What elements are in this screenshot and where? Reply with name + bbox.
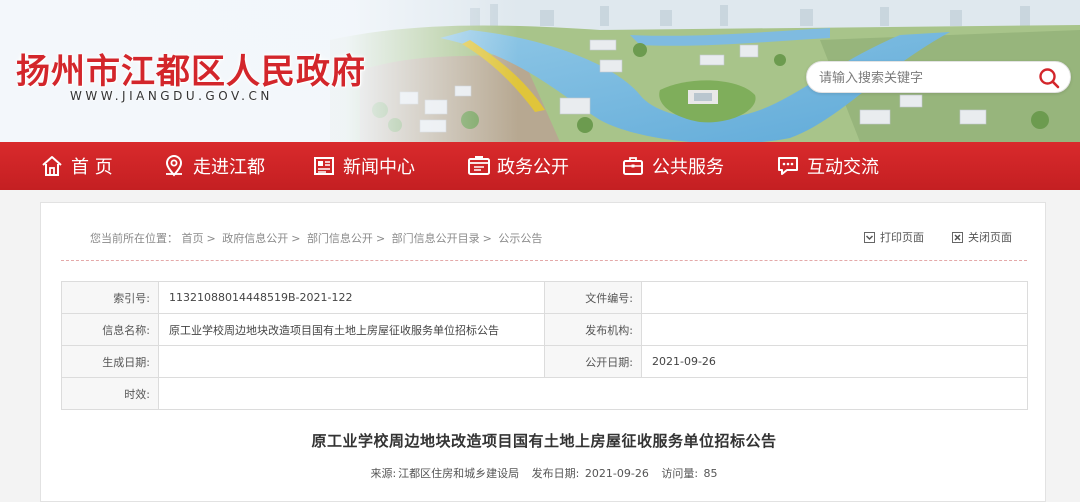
index-number-value: 11321088014448519B-2021-122 [158,281,545,314]
validity-value [158,377,1028,410]
breadcrumb-link-dept-catalog[interactable]: 部门信息公开目录 [392,232,480,245]
nav-item-about-jiangdu[interactable]: 走进江都 [162,142,265,190]
generated-date-label: 生成日期: [61,345,159,378]
info-name-value: 原工业学校周边地块改造项目国有土地上房屋征收服务单位招标公告 [158,313,545,346]
info-name-label: 信息名称: [61,313,159,346]
breadcrumb-separator: > [206,232,216,245]
table-row: 索引号: 11321088014448519B-2021-122 文件编号: [61,281,1028,314]
public-date-label: 公开日期: [544,345,642,378]
document-number-value [641,281,1028,314]
breadcrumb: 您当前所在位置： 首页 > 政府信息公开 > 部门信息公开 > 部门信息公开目录 > 公… [90,230,542,246]
breadcrumb-link-dept-info[interactable]: 部门信息公开 [307,232,373,245]
breadcrumb-separator: > [291,232,301,245]
table-row: 信息名称: 原工业学校周边地块改造项目国有土地上房屋征收服务单位招标公告 发布机… [61,313,1028,346]
breadcrumb-link-home[interactable]: 首页 [182,232,204,245]
print-page-button[interactable]: 打印页面 [864,229,924,245]
site-domain: WWW.JIANGDU.GOV.CN [70,89,273,103]
nav-item-news-center[interactable]: 新闻中心 [312,142,415,190]
nav-label: 首 页 [71,157,113,178]
validity-label: 时效: [61,377,159,410]
close-page-button[interactable]: 关闭页面 [952,229,1012,245]
search-icon[interactable] [1038,67,1060,89]
briefcase-icon [621,154,645,178]
print-icon [864,231,875,243]
location-icon [162,154,186,178]
publish-date-value: 2021-09-26 [584,467,649,480]
publishing-agency-value [641,313,1028,346]
main-navigation: 首 页 走进江都 新闻中心 政务公开 公共服务 互动交流 [0,142,1080,190]
nav-label: 走进江都 [193,157,265,178]
site-title[interactable]: 扬州市江都区人民政府 [16,44,366,93]
print-page-label: 打印页面 [880,231,924,244]
nav-label: 新闻中心 [343,157,415,178]
article-title: 原工业学校周边地块改造项目国有土地上房屋征收服务单位招标公告 [311,432,777,450]
search-input[interactable] [819,67,1029,89]
header-banner: 扬州市江都区人民政府 WWW.JIANGDU.GOV.CN [0,0,1080,142]
nav-item-gov-affairs[interactable]: 政务公开 [466,142,569,190]
publishing-agency-label: 发布机构: [544,313,642,346]
nav-item-interaction[interactable]: 互动交流 [776,142,879,190]
nav-item-home[interactable]: 首 页 [40,142,113,190]
view-count-label: 访问量: [661,467,699,480]
source-label: 来源: [370,467,397,480]
generated-date-value [158,345,545,378]
breadcrumb-separator: > [482,232,492,245]
search-box [806,61,1071,93]
gov-affairs-icon [466,154,490,178]
source-value: 江都区住房和城乡建设局 [398,467,520,480]
nav-label: 互动交流 [807,157,879,178]
table-row: 时效: [61,377,1028,410]
article-meta: 来源: 江都区住房和城乡建设局 发布日期: 2021-09-26 访问量: 85 [41,465,1047,481]
close-page-label: 关闭页面 [968,231,1012,244]
nav-label: 政务公开 [497,157,569,178]
nav-item-public-services[interactable]: 公共服务 [621,142,724,190]
breadcrumb-link-announcements[interactable]: 公示公告 [498,232,542,245]
home-icon [40,154,64,178]
breadcrumb-link-gov-info[interactable]: 政府信息公开 [222,232,288,245]
document-metadata-table: 索引号: 11321088014448519B-2021-122 文件编号: 信… [61,281,1028,410]
content-panel: 您当前所在位置： 首页 > 政府信息公开 > 部门信息公开 > 部门信息公开目录 > 公… [40,202,1046,502]
breadcrumb-separator: > [375,232,386,245]
document-number-label: 文件编号: [544,281,642,314]
newspaper-icon [312,154,336,178]
public-date-value: 2021-09-26 [641,345,1028,378]
close-icon [952,231,963,243]
table-row: 生成日期: 公开日期: 2021-09-26 [61,345,1028,378]
view-count-value: 85 [703,467,718,480]
publish-date-label: 发布日期: [531,467,580,480]
nav-label: 公共服务 [652,157,724,178]
chat-icon [776,154,800,178]
index-number-label: 索引号: [61,281,159,314]
page-actions: 打印页面 关闭页面 [836,229,1012,245]
dashed-divider [61,260,1027,261]
breadcrumb-prefix: 您当前所在位置： [90,232,178,245]
